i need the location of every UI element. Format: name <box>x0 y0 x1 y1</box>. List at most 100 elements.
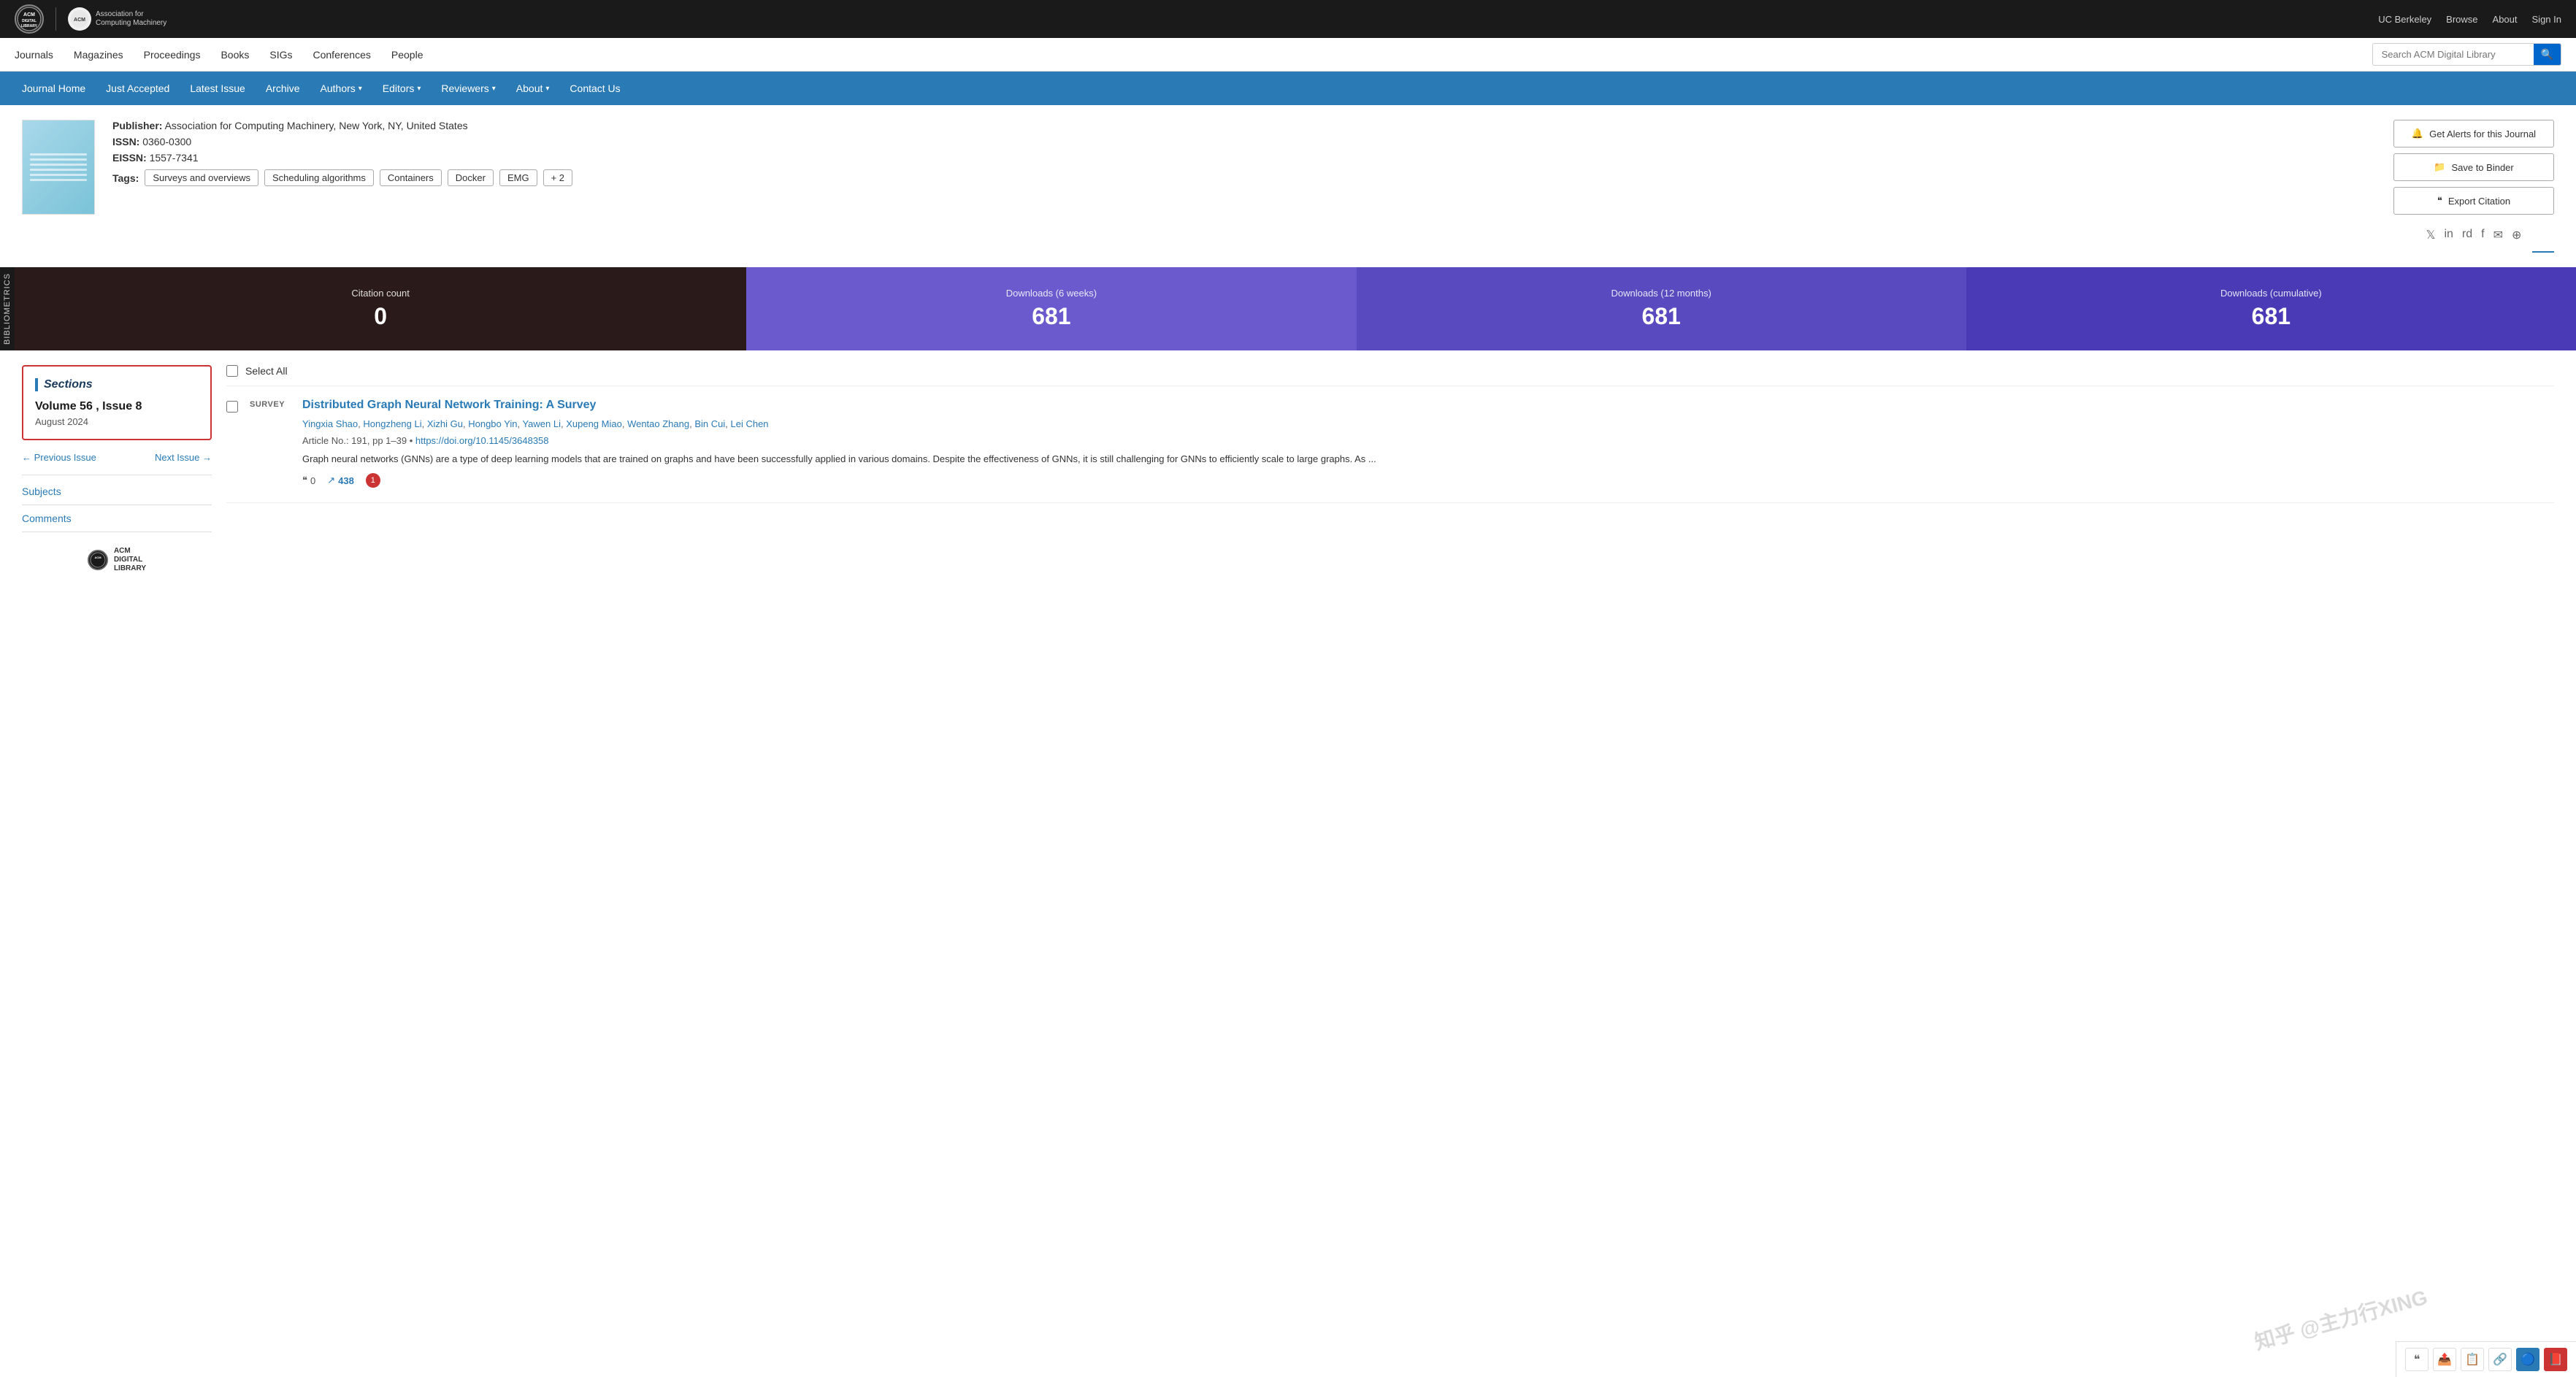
select-all-label: Select All <box>245 365 288 377</box>
downloads-12m-stat: Downloads (12 months) 681 <box>1357 267 1966 350</box>
article-authors: Yingxia Shao, Hongzheng Li, Xizhi Gu, Ho… <box>302 418 2554 431</box>
tag-docker[interactable]: Docker <box>448 169 494 186</box>
nav-proceedings[interactable]: Proceedings <box>144 49 201 61</box>
search-input[interactable] <box>2373 45 2534 64</box>
author-8[interactable]: Bin Cui <box>694 418 725 429</box>
author-1[interactable]: Yingxia Shao <box>302 418 358 429</box>
prev-issue-link[interactable]: ← Previous Issue <box>22 452 96 463</box>
toolbar-share-btn[interactable]: 📤 <box>2433 1348 2456 1371</box>
article-abstract: Graph neural networks (GNNs) are a type … <box>302 452 2554 467</box>
toolbar-cite-btn[interactable]: ❝ <box>2405 1348 2429 1371</box>
toolbar-blue-btn[interactable]: 🔵 <box>2516 1348 2539 1371</box>
author-5[interactable]: Yawen Li <box>522 418 561 429</box>
top-nav-left: ACM DIGITAL LIBRARY ACM Association for … <box>15 4 166 34</box>
acm-assoc-logo[interactable]: ACM Association for Computing Machinery <box>55 7 166 31</box>
article-actions: ❝ 0 ↗ 438 1 <box>302 473 2554 488</box>
nav-conferences[interactable]: Conferences <box>313 49 371 61</box>
article-item: SURVEY Distributed Graph Neural Network … <box>226 398 2554 503</box>
alerts-button[interactable]: 🔔 Get Alerts for this Journal <box>2393 120 2554 147</box>
acm-logo-small-box: ACM ACM DIGITAL LIBRARY <box>88 547 146 573</box>
svg-text:DIGITAL: DIGITAL <box>22 19 37 23</box>
tag-more[interactable]: + 2 <box>543 169 572 186</box>
bell-icon: 🔔 <box>2412 128 2423 139</box>
citation-label: Citation count <box>351 288 410 299</box>
trend-icon: ↗ <box>327 475 335 486</box>
nav-uc-berkeley[interactable]: UC Berkeley <box>2378 14 2431 25</box>
cover-lines <box>30 153 87 181</box>
nav-magazines[interactable]: Magazines <box>74 49 123 61</box>
sections-title-text: Sections <box>44 378 93 391</box>
social-reddit[interactable]: rd <box>2462 228 2472 242</box>
author-7[interactable]: Wentao Zhang <box>627 418 689 429</box>
alerts-button-label: Get Alerts for this Journal <box>2429 129 2536 139</box>
tag-containers[interactable]: Containers <box>380 169 442 186</box>
downloads-cum-stat: Downloads (cumulative) 681 <box>1966 267 2576 350</box>
journal-nav-home[interactable]: Journal Home <box>22 83 85 94</box>
toolbar-red-btn[interactable]: 📕 <box>2544 1348 2567 1371</box>
issue-date: August 2024 <box>35 416 199 427</box>
publisher-label: Publisher: <box>112 120 162 131</box>
subjects-link[interactable]: Subjects <box>22 484 212 499</box>
article-title-link[interactable]: Distributed Graph Neural Network Trainin… <box>302 398 2554 413</box>
nav-sigs[interactable]: SIGs <box>269 49 292 61</box>
editors-dropdown-arrow: ▾ <box>417 85 421 93</box>
journal-nav-about[interactable]: About ▾ <box>516 83 550 94</box>
author-4[interactable]: Hongbo Yin <box>468 418 517 429</box>
nav-browse[interactable]: Browse <box>2446 14 2477 25</box>
toolbar-link-btn[interactable]: 🔗 <box>2488 1348 2512 1371</box>
binder-button[interactable]: 📁 Save to Binder <box>2393 153 2554 181</box>
journal-header-section: Publisher: Association for Computing Mac… <box>0 105 2576 267</box>
journal-nav-archive[interactable]: Archive <box>266 83 300 94</box>
tag-surveys[interactable]: Surveys and overviews <box>145 169 258 186</box>
export-citation-button[interactable]: ❝ Export Citation <box>2393 187 2554 215</box>
nav-about-top[interactable]: About <box>2493 14 2518 25</box>
social-twitter[interactable]: 𝕏 <box>2426 228 2436 242</box>
acm-assoc-text: Association for Computing Machinery <box>96 10 166 28</box>
journal-nav-latest-issue[interactable]: Latest Issue <box>190 83 245 94</box>
social-rss[interactable]: ⊕ <box>2512 228 2521 242</box>
author-9[interactable]: Lei Chen <box>731 418 769 429</box>
sections-title: Sections <box>35 378 199 391</box>
action-buttons-panel: 🔔 Get Alerts for this Journal 📁 Save to … <box>2393 120 2554 253</box>
issue-navigation: ← Previous Issue Next Issue → <box>22 452 212 463</box>
nav-journals[interactable]: Journals <box>15 49 53 61</box>
downloads-action[interactable]: ↗ 438 <box>327 475 354 486</box>
nav-sign-in[interactable]: Sign In <box>2532 14 2561 25</box>
top-nav-right: UC Berkeley Browse About Sign In <box>2378 14 2561 25</box>
social-facebook[interactable]: f <box>2481 228 2484 242</box>
journal-nav-contact[interactable]: Contact Us <box>570 83 620 94</box>
nav-people[interactable]: People <box>391 49 423 61</box>
search-button[interactable]: 🔍 <box>2534 44 2561 65</box>
binder-icon: 📁 <box>2434 161 2445 173</box>
journal-nav-authors[interactable]: Authors ▾ <box>321 83 362 94</box>
acm-dl-logo[interactable]: ACM DIGITAL LIBRARY <box>15 4 44 34</box>
export-citation-label: Export Citation <box>2448 196 2510 207</box>
author-3[interactable]: Xizhi Gu <box>427 418 463 429</box>
tag-emg[interactable]: EMG <box>499 169 537 186</box>
side-links: Subjects Comments <box>22 484 212 532</box>
nav-books[interactable]: Books <box>221 49 249 61</box>
article-doi-link[interactable]: https://doi.org/10.1145/3648358 <box>415 435 549 446</box>
downloads-cum-value: 681 <box>2252 303 2291 330</box>
author-2[interactable]: Hongzheng Li <box>363 418 421 429</box>
toolbar-copy-btn[interactable]: 📋 <box>2461 1348 2484 1371</box>
author-6[interactable]: Xupeng Miao <box>566 418 622 429</box>
articles-list: Select All SURVEY Distributed Graph Neur… <box>226 365 2554 573</box>
article-checkbox[interactable] <box>226 401 238 413</box>
next-issue-link[interactable]: Next Issue → <box>155 452 212 463</box>
journal-nav-editors[interactable]: Editors ▾ <box>383 83 421 94</box>
acm-logo-footer: ACM ACM DIGITAL LIBRARY <box>22 547 212 573</box>
social-email[interactable]: ✉ <box>2493 228 2503 242</box>
article-content: Distributed Graph Neural Network Trainin… <box>302 398 2554 488</box>
cite-action[interactable]: ❝ 0 <box>302 475 315 486</box>
social-linkedin[interactable]: in <box>2444 228 2453 242</box>
select-all-checkbox[interactable] <box>226 365 238 377</box>
content-area: Sections Volume 56 , Issue 8 August 2024… <box>0 365 2576 602</box>
attachment-action[interactable]: 1 <box>366 473 380 488</box>
comments-link[interactable]: Comments <box>22 511 212 526</box>
journal-nav-reviewers[interactable]: Reviewers ▾ <box>441 83 495 94</box>
tag-scheduling[interactable]: Scheduling algorithms <box>264 169 374 186</box>
svg-text:LIBRARY: LIBRARY <box>21 24 38 28</box>
journal-nav-just-accepted[interactable]: Just Accepted <box>106 83 169 94</box>
acm-small-icon: ACM <box>88 550 108 570</box>
